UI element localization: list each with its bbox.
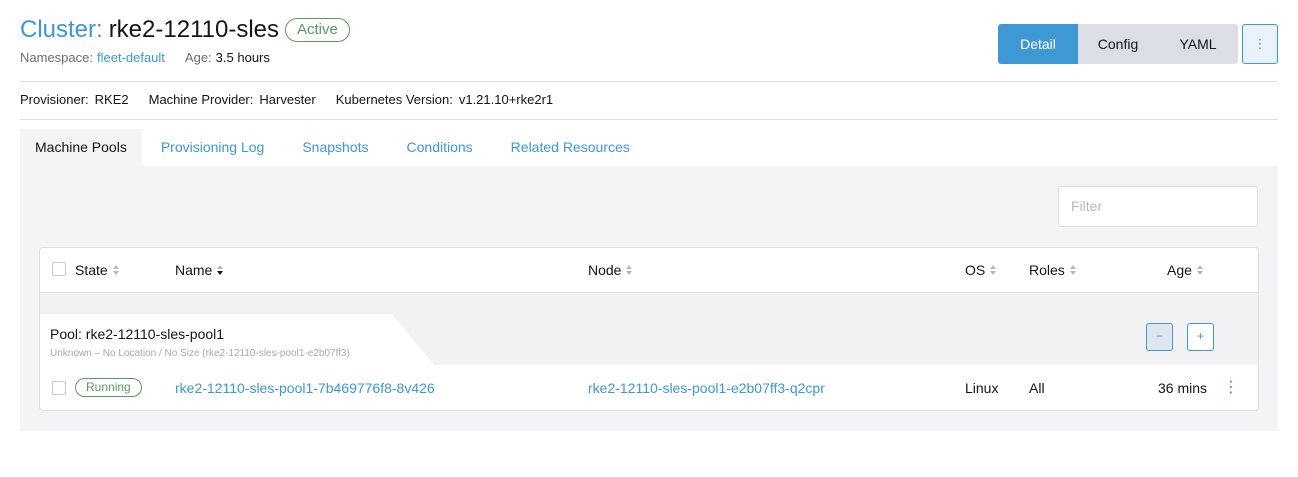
status-badge: Active bbox=[285, 18, 350, 42]
tab-machine-pools[interactable]: Machine Pools bbox=[20, 129, 142, 166]
age-value: 3.5 hours bbox=[215, 50, 270, 65]
row-checkbox[interactable] bbox=[52, 381, 66, 395]
table-header: State Name Node OS Roles Age bbox=[40, 248, 1258, 293]
kubernetes-version-value: v1.21.10+rke2r1 bbox=[458, 92, 554, 107]
namespace-label: Namespace: bbox=[20, 50, 93, 65]
scale-up-button[interactable]: + bbox=[1187, 323, 1214, 351]
machine-name-link[interactable]: rke2-12110-sles-pool1-7b469776f8-8v426 bbox=[175, 380, 435, 396]
node-link[interactable]: rke2-12110-sles-pool1-e2b07ff3-q2cpr bbox=[588, 380, 825, 396]
namespace-link[interactable]: fleet-default bbox=[97, 50, 165, 65]
kubernetes-version-label: Kubernetes Version: bbox=[335, 92, 453, 107]
tab-snapshots[interactable]: Snapshots bbox=[283, 129, 387, 166]
title-prefix: Cluster: bbox=[20, 16, 103, 43]
kebab-menu-icon: ⋮ bbox=[1253, 36, 1267, 51]
column-state[interactable]: State bbox=[75, 262, 119, 278]
more-actions-button[interactable]: ⋮ bbox=[1242, 24, 1278, 64]
age-label: Age: bbox=[184, 50, 212, 65]
provisioner-label: Provisioner: bbox=[20, 92, 89, 107]
divider bbox=[20, 119, 1278, 120]
view-toggle: Detail Config YAML bbox=[998, 24, 1238, 64]
tab-panel: Filter State Name Node OS Roles Age Pool… bbox=[20, 166, 1278, 431]
scale-down-button[interactable]: − bbox=[1146, 323, 1173, 351]
page-title: Cluster: rke2-12110-sles Active bbox=[20, 16, 350, 44]
column-label: Node bbox=[588, 262, 622, 278]
pool-subtitle: Unknown – No Location / No Size (rke2-12… bbox=[50, 348, 350, 359]
tab-conditions[interactable]: Conditions bbox=[388, 129, 492, 166]
config-button[interactable]: Config bbox=[1078, 24, 1158, 64]
roles-value: All bbox=[1029, 380, 1045, 396]
column-age[interactable]: Age bbox=[1167, 262, 1203, 278]
machine-provider-label: Machine Provider: bbox=[148, 92, 254, 107]
table-row: Running rke2-12110-sles-pool1-7b469776f8… bbox=[40, 365, 1258, 410]
column-roles[interactable]: Roles bbox=[1029, 262, 1076, 278]
pool-group-header: Pool: rke2-12110-sles-pool1 Unknown – No… bbox=[40, 293, 1258, 365]
pool-title: Pool: rke2-12110-sles-pool1 bbox=[50, 326, 225, 342]
column-label: Age bbox=[1167, 262, 1192, 278]
column-name[interactable]: Name bbox=[175, 262, 224, 278]
machine-provider-value: Harvester bbox=[259, 92, 316, 107]
sort-icon bbox=[1196, 265, 1203, 275]
detail-button[interactable]: Detail bbox=[998, 24, 1078, 64]
column-os[interactable]: OS bbox=[965, 262, 997, 278]
sort-icon bbox=[217, 265, 224, 275]
age-value: 36 mins bbox=[1158, 380, 1208, 396]
provisioner-value: RKE2 bbox=[94, 92, 129, 107]
tab-related-resources[interactable]: Related Resources bbox=[492, 129, 649, 166]
os-value: Linux bbox=[965, 380, 999, 396]
sort-icon bbox=[626, 265, 633, 275]
yaml-button[interactable]: YAML bbox=[1158, 24, 1238, 64]
sort-icon bbox=[1069, 265, 1076, 275]
column-node[interactable]: Node bbox=[588, 262, 633, 278]
state-badge: Running bbox=[75, 378, 142, 397]
column-label: State bbox=[75, 262, 108, 278]
column-label: Name bbox=[175, 262, 213, 278]
tab-bar: Machine Pools Provisioning Log Snapshots… bbox=[20, 129, 649, 166]
filter-input[interactable]: Filter bbox=[1058, 186, 1258, 227]
row-actions-icon[interactable]: ⋮ bbox=[1223, 377, 1239, 397]
select-all-checkbox[interactable] bbox=[52, 262, 66, 276]
provisioning-info: Provisioner: RKE2 Machine Provider: Harv… bbox=[20, 92, 553, 107]
machine-table: State Name Node OS Roles Age Pool: rke2-… bbox=[39, 247, 1259, 411]
tab-provisioning-log[interactable]: Provisioning Log bbox=[142, 129, 284, 166]
column-label: OS bbox=[965, 262, 986, 278]
sort-icon bbox=[112, 265, 119, 275]
sort-icon bbox=[990, 265, 997, 275]
cluster-name: rke2-12110-sles bbox=[108, 16, 279, 43]
column-label: Roles bbox=[1029, 262, 1065, 278]
divider bbox=[20, 81, 1278, 82]
cluster-meta: Namespace: fleet-default Age: 3.5 hours bbox=[20, 50, 270, 65]
